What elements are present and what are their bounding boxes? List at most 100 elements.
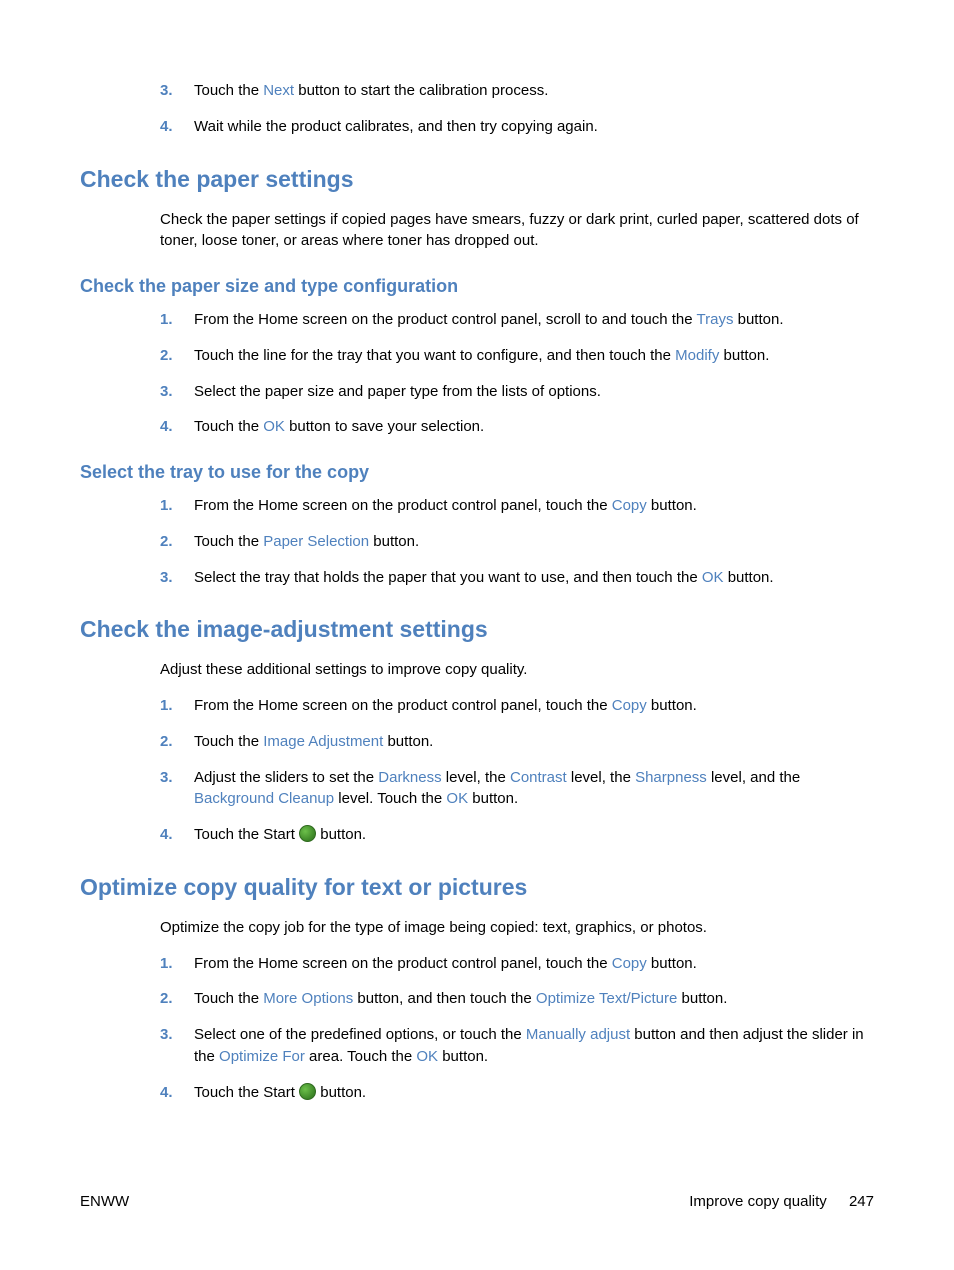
step-text: Wait while the product calibrates, and t… (194, 118, 598, 135)
step-text: Touch the Start (194, 826, 299, 843)
ui-label: Paper Selection (263, 533, 369, 550)
heading-paper-size-type: Check the paper size and type configurat… (80, 276, 874, 297)
start-icon (299, 825, 316, 842)
page-number: 247 (849, 1193, 874, 1210)
step-number: 1. (160, 695, 173, 717)
step-number: 3. (160, 767, 173, 789)
step-text: From the Home screen on the product cont… (194, 311, 697, 328)
step-number: 4. (160, 824, 173, 846)
image-adjust-steps: 1. From the Home screen on the product c… (160, 695, 874, 846)
list-item: 3. Select the tray that holds the paper … (160, 567, 874, 589)
step-number: 2. (160, 345, 173, 367)
ui-label: Contrast (510, 769, 567, 786)
optimize-steps: 1. From the Home screen on the product c… (160, 953, 874, 1104)
step-text: button. (438, 1048, 488, 1065)
step-text: Select the paper size and paper type fro… (194, 383, 601, 400)
footer-left: ENWW (80, 1193, 129, 1210)
ui-label: OK (263, 418, 285, 435)
ui-label: Sharpness (635, 769, 707, 786)
step-text: Touch the Start (194, 1084, 299, 1101)
step-text: level, and the (707, 769, 800, 786)
paragraph: Check the paper settings if copied pages… (160, 209, 874, 253)
ui-label: Manually adjust (526, 1026, 630, 1043)
step-number: 3. (160, 381, 173, 403)
paper-size-steps: 1. From the Home screen on the product c… (160, 309, 874, 438)
step-text: Touch the (194, 533, 263, 550)
ui-label: More Options (263, 990, 353, 1007)
paragraph: Optimize the copy job for the type of im… (160, 917, 874, 939)
intro-steps: 3. Touch the Next button to start the ca… (160, 80, 874, 138)
step-text: button. (724, 569, 774, 586)
step-text: From the Home screen on the product cont… (194, 697, 612, 714)
step-number: 2. (160, 988, 173, 1010)
start-icon (299, 1083, 316, 1100)
ui-label: Background Cleanup (194, 790, 334, 807)
list-item: 4. Touch the Start button. (160, 1082, 874, 1104)
ui-label: Image Adjustment (263, 733, 383, 750)
step-text: area. Touch the (305, 1048, 416, 1065)
list-item: 4. Touch the OK button to save your sele… (160, 416, 874, 438)
step-text: level, the (442, 769, 510, 786)
step-text: button. (316, 1084, 366, 1101)
step-text: Adjust the sliders to set the (194, 769, 378, 786)
step-text: button. (647, 697, 697, 714)
ui-label: OK (446, 790, 468, 807)
step-text: button. (369, 533, 419, 550)
step-text: level. Touch the (334, 790, 446, 807)
list-item: 1. From the Home screen on the product c… (160, 953, 874, 975)
paragraph: Adjust these additional settings to impr… (160, 659, 874, 681)
step-text: button. (719, 347, 769, 364)
step-text: button to save your selection. (285, 418, 484, 435)
list-item: 4. Wait while the product calibrates, an… (160, 116, 874, 138)
ui-label: Darkness (378, 769, 441, 786)
ui-label: Next (263, 82, 294, 99)
step-text: button. (677, 990, 727, 1007)
step-number: 3. (160, 1024, 173, 1046)
step-number: 1. (160, 953, 173, 975)
document-page: 3. Touch the Next button to start the ca… (0, 0, 954, 1270)
ui-label: Modify (675, 347, 719, 364)
ui-label: Copy (612, 697, 647, 714)
step-text: Touch the (194, 418, 263, 435)
ui-label: Copy (612, 497, 647, 514)
step-text: button. (733, 311, 783, 328)
page-footer: ENWW Improve copy quality 247 (80, 1193, 874, 1210)
ui-label: Copy (612, 955, 647, 972)
list-item: 4. Touch the Start button. (160, 824, 874, 846)
step-text: From the Home screen on the product cont… (194, 497, 612, 514)
heading-check-paper-settings: Check the paper settings (80, 166, 874, 193)
step-text: button to start the calibration process. (294, 82, 548, 99)
step-text: button. (316, 826, 366, 843)
heading-image-adjustment: Check the image-adjustment settings (80, 616, 874, 643)
list-item: 3. Select the paper size and paper type … (160, 381, 874, 403)
step-number: 1. (160, 309, 173, 331)
step-text: button. (383, 733, 433, 750)
step-number: 3. (160, 80, 173, 102)
step-text: button. (647, 497, 697, 514)
step-text: Touch the (194, 82, 263, 99)
list-item: 2. Touch the line for the tray that you … (160, 345, 874, 367)
step-text: Select the tray that holds the paper tha… (194, 569, 702, 586)
step-number: 4. (160, 116, 173, 138)
list-item: 2. Touch the More Options button, and th… (160, 988, 874, 1010)
ui-label: Trays (697, 311, 734, 328)
ui-label: OK (702, 569, 724, 586)
step-number: 3. (160, 567, 173, 589)
step-number: 2. (160, 731, 173, 753)
list-item: 2. Touch the Image Adjustment button. (160, 731, 874, 753)
list-item: 3. Touch the Next button to start the ca… (160, 80, 874, 102)
footer-right: Improve copy quality 247 (689, 1193, 874, 1210)
step-text: Touch the (194, 990, 263, 1007)
step-text: button. (468, 790, 518, 807)
list-item: 3. Adjust the sliders to set the Darknes… (160, 767, 874, 811)
heading-select-tray: Select the tray to use for the copy (80, 462, 874, 483)
step-number: 4. (160, 416, 173, 438)
footer-section-title: Improve copy quality (689, 1193, 827, 1210)
list-item: 2. Touch the Paper Selection button. (160, 531, 874, 553)
step-text: button. (647, 955, 697, 972)
step-text: Select one of the predefined options, or… (194, 1026, 526, 1043)
select-tray-steps: 1. From the Home screen on the product c… (160, 495, 874, 588)
step-text: level, the (567, 769, 635, 786)
list-item: 1. From the Home screen on the product c… (160, 695, 874, 717)
step-text: From the Home screen on the product cont… (194, 955, 612, 972)
